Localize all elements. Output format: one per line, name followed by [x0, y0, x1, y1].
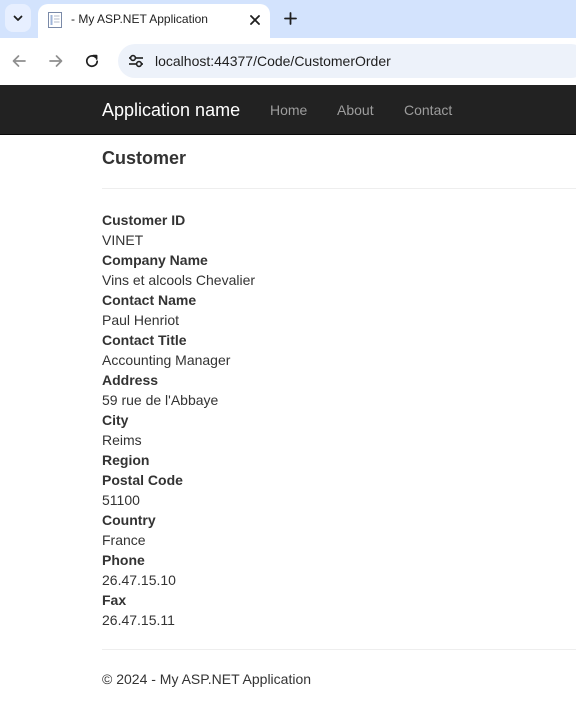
field-value: 26.47.15.11	[102, 612, 175, 628]
nav-link-contact[interactable]: Contact	[404, 102, 452, 118]
browser-toolbar: localhost:44377/Code/CustomerOrder	[0, 38, 576, 85]
footer-divider	[102, 649, 576, 650]
field-value: VINET	[102, 232, 144, 248]
address-bar[interactable]: localhost:44377/Code/CustomerOrder	[118, 44, 576, 78]
field-value: France	[102, 532, 146, 548]
field-value: Vins et alcools Chevalier	[102, 272, 256, 288]
site-info-button[interactable]	[125, 50, 147, 72]
reload-button[interactable]	[81, 50, 103, 72]
new-tab-button[interactable]	[280, 8, 300, 28]
page-title: Customer	[102, 148, 187, 168]
tune-icon	[129, 54, 143, 68]
customer-details: Customer ID VINET Company Name Vins et a…	[102, 210, 502, 630]
field-label: City	[102, 412, 129, 428]
nav-link-about[interactable]: About	[337, 102, 374, 118]
page-icon	[48, 12, 62, 28]
field-value: Accounting Manager	[102, 352, 231, 368]
field-value: 59 rue de l'Abbaye	[102, 392, 219, 408]
app-navbar: Application name Home About Contact	[0, 85, 576, 135]
brand-link[interactable]: Application name	[102, 100, 240, 121]
arrow-left-icon	[12, 55, 26, 67]
field-label: Region	[102, 452, 150, 468]
close-icon	[250, 15, 260, 25]
tab-title: - My ASP.NET Application	[71, 12, 208, 26]
field-label: Contact Title	[102, 332, 187, 348]
field-label: Country	[102, 512, 156, 528]
arrow-right-icon	[49, 55, 63, 67]
field-label: Address	[102, 372, 159, 388]
reload-icon	[86, 54, 99, 68]
tab-search-button[interactable]	[5, 4, 31, 32]
field-label: Postal Code	[102, 472, 183, 488]
footer-copyright: © 2024 - My ASP.NET Application	[102, 671, 312, 687]
browser-tab[interactable]: - My ASP.NET Application	[38, 4, 270, 38]
nav-link-home[interactable]: Home	[270, 102, 307, 118]
forward-button[interactable]	[45, 50, 67, 72]
back-button[interactable]	[8, 50, 30, 72]
browser-tabstrip: - My ASP.NET Application	[0, 0, 576, 38]
divider	[102, 188, 576, 189]
url-text[interactable]: localhost:44377/Code/CustomerOrder	[155, 53, 391, 69]
field-label: Company Name	[102, 252, 208, 268]
field-label: Fax	[102, 592, 127, 608]
field-label: Contact Name	[102, 292, 197, 308]
field-value: 26.47.15.10	[102, 572, 176, 588]
tab-close-button[interactable]	[246, 11, 264, 29]
field-label: Customer ID	[102, 212, 186, 228]
field-label: Phone	[102, 552, 145, 568]
field-value: Reims	[102, 432, 142, 448]
field-value: 51100	[102, 492, 140, 508]
plus-icon	[283, 11, 297, 25]
field-value: Paul Henriot	[102, 312, 180, 328]
chevron-down-icon	[13, 15, 23, 21]
